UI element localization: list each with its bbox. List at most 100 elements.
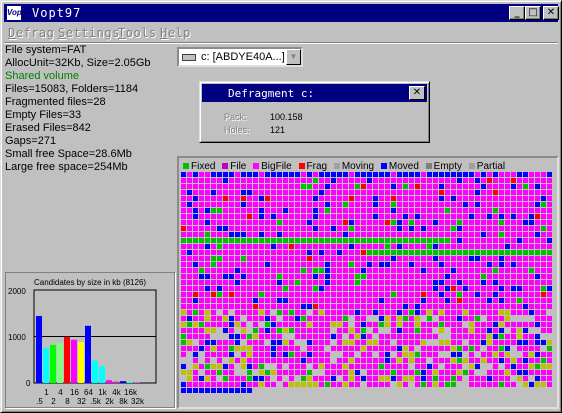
cluster-cell [199,208,204,213]
cluster-cell [283,208,288,213]
cluster-cell [253,400,258,405]
cluster-cell [247,238,252,243]
cluster-cell [379,172,384,177]
cluster-cell [283,346,288,351]
cluster-cell [181,358,186,363]
cluster-cell [217,358,222,363]
dialog-close-button[interactable]: ✕ [409,86,425,100]
cluster-cell [313,280,318,285]
cluster-cell [529,328,534,333]
cluster-cell [379,214,384,219]
cluster-cell [469,172,474,177]
cluster-cell [235,196,240,201]
title-bar[interactable]: Vopt Vopt97 _ □ ✕ [4,4,559,22]
cluster-cell [193,340,198,345]
cluster-cell [487,262,492,267]
cluster-cell [505,364,510,369]
cluster-cell [403,196,408,201]
cluster-cell [301,310,306,315]
cluster-cell [187,190,192,195]
cluster-cell [199,178,204,183]
app-icon[interactable]: Vopt [6,5,24,21]
cluster-cell [427,214,432,219]
cluster-cell [277,322,282,327]
cluster-cell [511,346,516,351]
cluster-cell [193,370,198,375]
cluster-cell [493,376,498,381]
cluster-cell [307,328,312,333]
cluster-cell [265,358,270,363]
cluster-cell [511,196,516,201]
cluster-cell [475,316,480,321]
cluster-cell [421,220,426,225]
cluster-cell [289,400,294,405]
maximize-button[interactable]: □ [525,6,541,20]
minimize-button[interactable]: _ [509,6,525,20]
cluster-cell [397,238,402,243]
cluster-cell [253,184,258,189]
cluster-cell [391,292,396,297]
cluster-cell [475,238,480,243]
cluster-cell [223,322,228,327]
cluster-cell [385,340,390,345]
cluster-cell [427,334,432,339]
cluster-cell [487,256,492,261]
cluster-cell [355,304,360,309]
cluster-cell [481,190,486,195]
menu-defrag[interactable]: Defrag [8,26,54,40]
cluster-cell [547,208,552,213]
cluster-cell [205,340,210,345]
cluster-cell [397,220,402,225]
cluster-cell [361,352,366,357]
cluster-cell [535,178,540,183]
cluster-cell [481,382,486,387]
cluster-cell [283,190,288,195]
dialog-title-bar[interactable]: Defragment c: ✕ [202,84,427,102]
cluster-cell [535,364,540,369]
menu-settings[interactable]: Settings [58,26,120,40]
menu-help[interactable]: Help [160,26,191,40]
close-button[interactable]: ✕ [543,6,559,20]
cluster-cell [367,244,372,249]
cluster-cell [421,400,426,405]
bar [127,382,133,383]
menu-tools[interactable]: Tools [118,26,157,40]
cluster-cell [349,184,354,189]
x-tick-label: 2 [51,397,56,406]
cluster-cell [445,280,450,285]
cluster-cell [415,196,420,201]
cluster-cell [271,208,276,213]
cluster-cell [313,262,318,267]
cluster-cell [403,220,408,225]
cluster-cell [223,400,228,405]
cluster-cell [397,352,402,357]
cluster-cell [211,238,216,243]
cluster-cell [271,376,276,381]
cluster-cell [523,328,528,333]
cluster-cell [433,364,438,369]
cluster-cell [517,304,522,309]
cluster-cell [445,346,450,351]
cluster-cell [409,388,414,393]
cluster-cell [391,394,396,399]
cluster-cell [253,304,258,309]
cluster-cell [439,328,444,333]
cluster-cell [505,310,510,315]
cluster-cell [463,376,468,381]
cluster-cell [379,256,384,261]
cluster-cell [325,370,330,375]
cluster-cell [247,400,252,405]
cluster-cell [517,388,522,393]
cluster-cell [259,274,264,279]
cluster-cell [493,316,498,321]
drive-select[interactable]: c: [ABDYE40A...] ▼ [177,47,303,67]
cluster-cell [523,400,528,405]
cluster-cell [427,262,432,267]
cluster-cell [229,208,234,213]
cluster-cell [529,394,534,399]
cluster-cell [259,316,264,321]
cluster-cell [463,352,468,357]
chevron-down-icon[interactable]: ▼ [286,49,301,65]
cluster-cell [247,298,252,303]
cluster-cell [313,376,318,381]
